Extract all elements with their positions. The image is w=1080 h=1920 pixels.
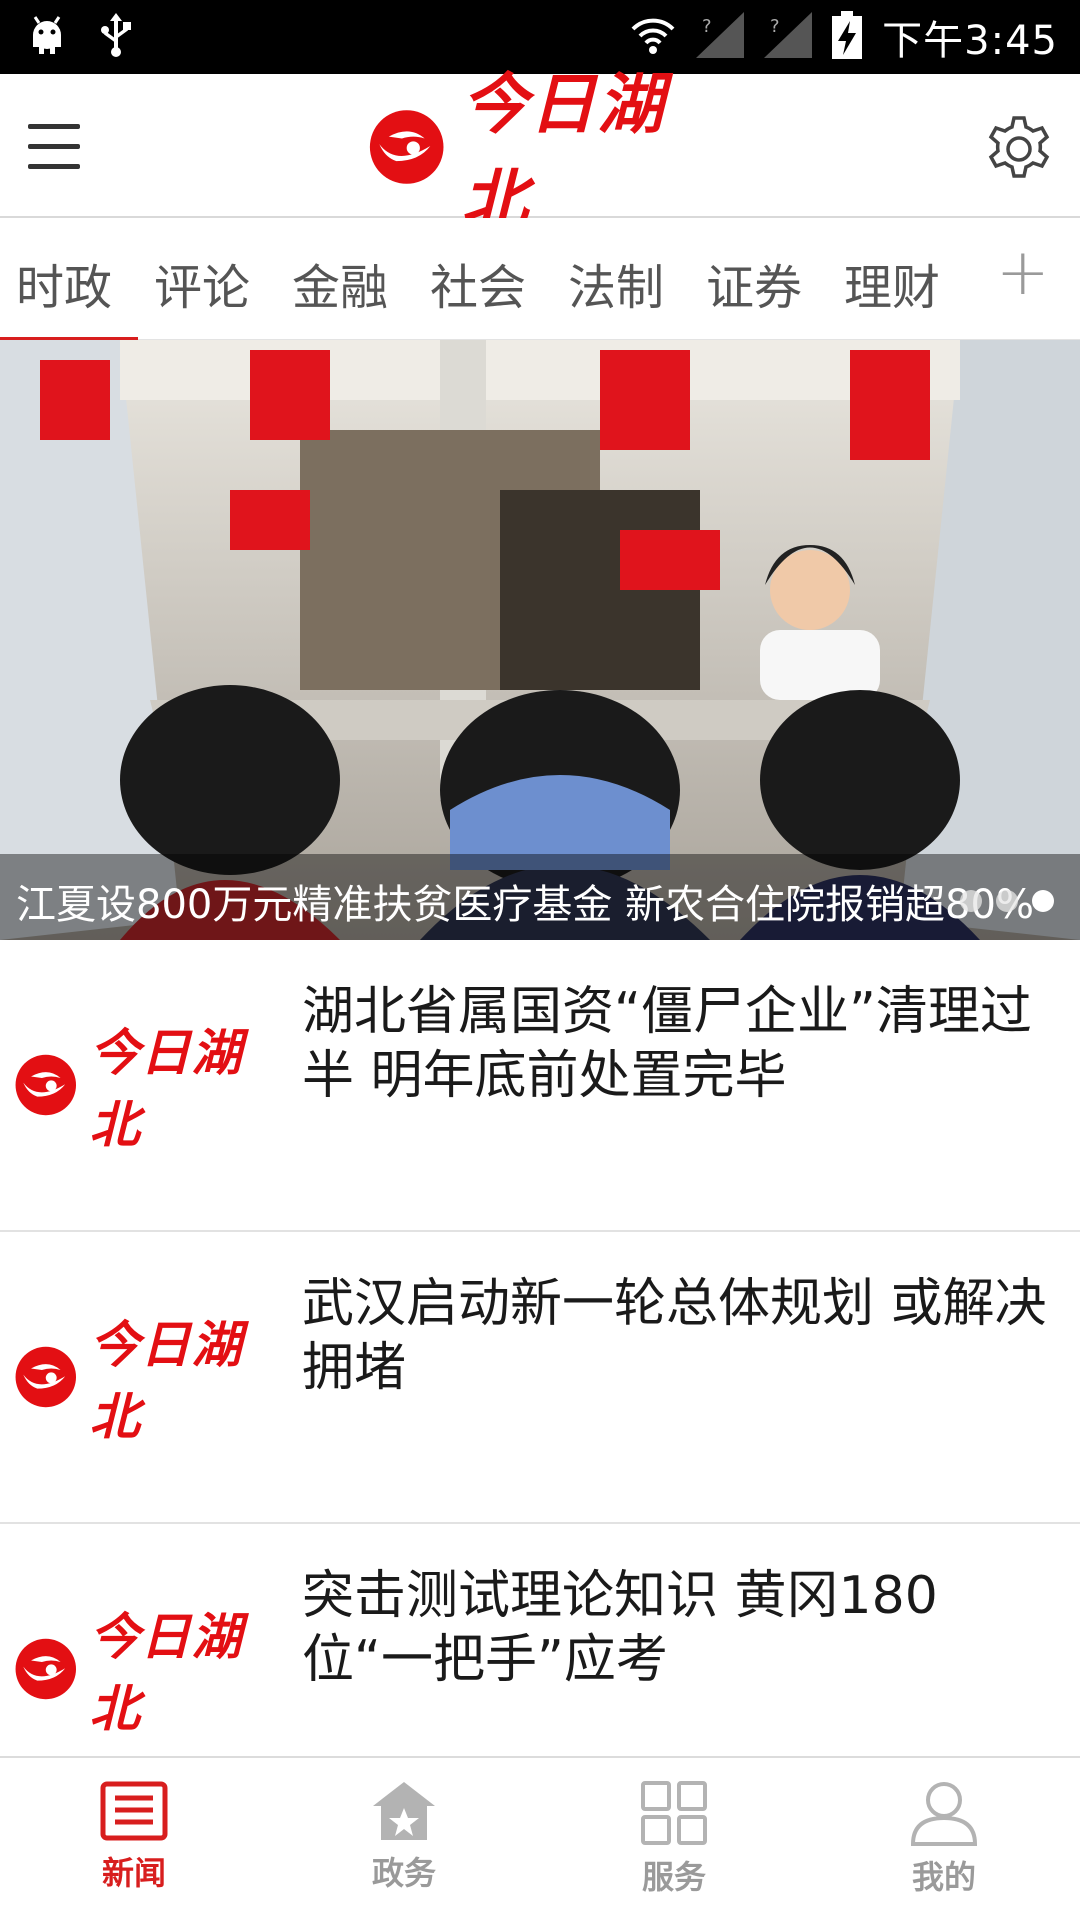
nav-label: 我的 [911,1858,976,1896]
nav-government[interactable]: 政务 [334,1780,474,1910]
signal-icon: ? [764,12,813,62]
tab-pinglun[interactable]: 评论 [154,248,250,318]
news-title: 突击测试理论知识 黄冈180位“一把手”应考 [302,1566,938,1690]
app-header: 今日湖北 [0,65,1080,239]
news-title: 武汉启动新一轮总体规划 或解决拥堵 [302,1274,1047,1398]
category-tabs: 时政 评论 金融 社会 法制 证券 理财 + [0,218,1080,340]
nav-label: 新闻 [101,1854,166,1892]
logo-emblem-icon [369,110,444,184]
logo-emblem-icon [15,1054,77,1116]
nav-news[interactable]: 新闻 [64,1780,204,1910]
news-title: 湖北省属国资“僵尸企业”清理过半 明年底前处置完毕 [302,982,1032,1106]
thumbnail-logo-text: 今日湖北 [89,1607,243,1738]
carousel-dot-active[interactable] [1032,890,1054,912]
gear-icon[interactable] [984,114,1054,184]
thumbnail-logo-text: 今日湖北 [89,1315,243,1446]
app-logo: 今日湖北 [368,65,718,239]
government-icon [373,1782,435,1840]
tab-shehui[interactable]: 社会 [430,248,526,318]
hero-photo [0,340,1080,940]
newspaper-icon [100,1781,168,1841]
android-icon [30,15,64,59]
usb-icon [98,13,134,61]
news-thumbnail: 今日湖北 [14,1023,286,1154]
svg-text:?: ? [770,16,780,37]
logo-emblem-icon [15,1346,77,1408]
logo-text: 今日湖北 [461,65,666,239]
tab-zhengquan[interactable]: 证券 [706,248,802,318]
news-list-item[interactable]: 今日湖北 武汉启动新一轮总体规划 或解决拥堵 [0,1232,1080,1524]
hero-banner[interactable]: 江夏设800万元精准扶贫医疗基金 新农合住院报销超80% [0,340,1080,940]
nav-services[interactable]: 服务 [604,1780,744,1910]
nav-label: 服务 [641,1858,706,1896]
nav-label: 政务 [371,1854,436,1892]
logo-emblem-icon [15,1638,77,1700]
nav-profile[interactable]: 我的 [874,1780,1014,1910]
bottom-navigation: 新闻 政务 服务 我的 [0,1756,1080,1920]
grid-icon [641,1781,707,1845]
menu-icon[interactable] [28,120,84,176]
news-list-item[interactable]: 今日湖北 湖北省属国资“僵尸企业”清理过半 明年底前处置完毕 [0,940,1080,1232]
battery-charging-icon [832,11,863,63]
user-icon [910,1782,978,1846]
hero-caption: 江夏设800万元精准扶贫医疗基金 新农合住院报销超80% [0,854,1080,940]
carousel-dot[interactable] [960,890,982,912]
carousel-dot[interactable] [996,890,1018,912]
carousel-indicator [960,890,1054,912]
tab-jinrong[interactable]: 金融 [292,248,388,318]
news-thumbnail: 今日湖北 [14,1607,286,1738]
clock: 下午3:45 [882,18,1058,64]
thumbnail-logo-text: 今日湖北 [89,1023,243,1154]
news-thumbnail: 今日湖北 [14,1315,286,1446]
svg-text:?: ? [702,16,712,37]
tab-licai[interactable]: 理财 [844,248,940,318]
tab-fazhi[interactable]: 法制 [568,248,664,318]
tab-shizheng[interactable]: 时政 [16,248,112,318]
add-tab-button[interactable]: + [996,236,1050,310]
